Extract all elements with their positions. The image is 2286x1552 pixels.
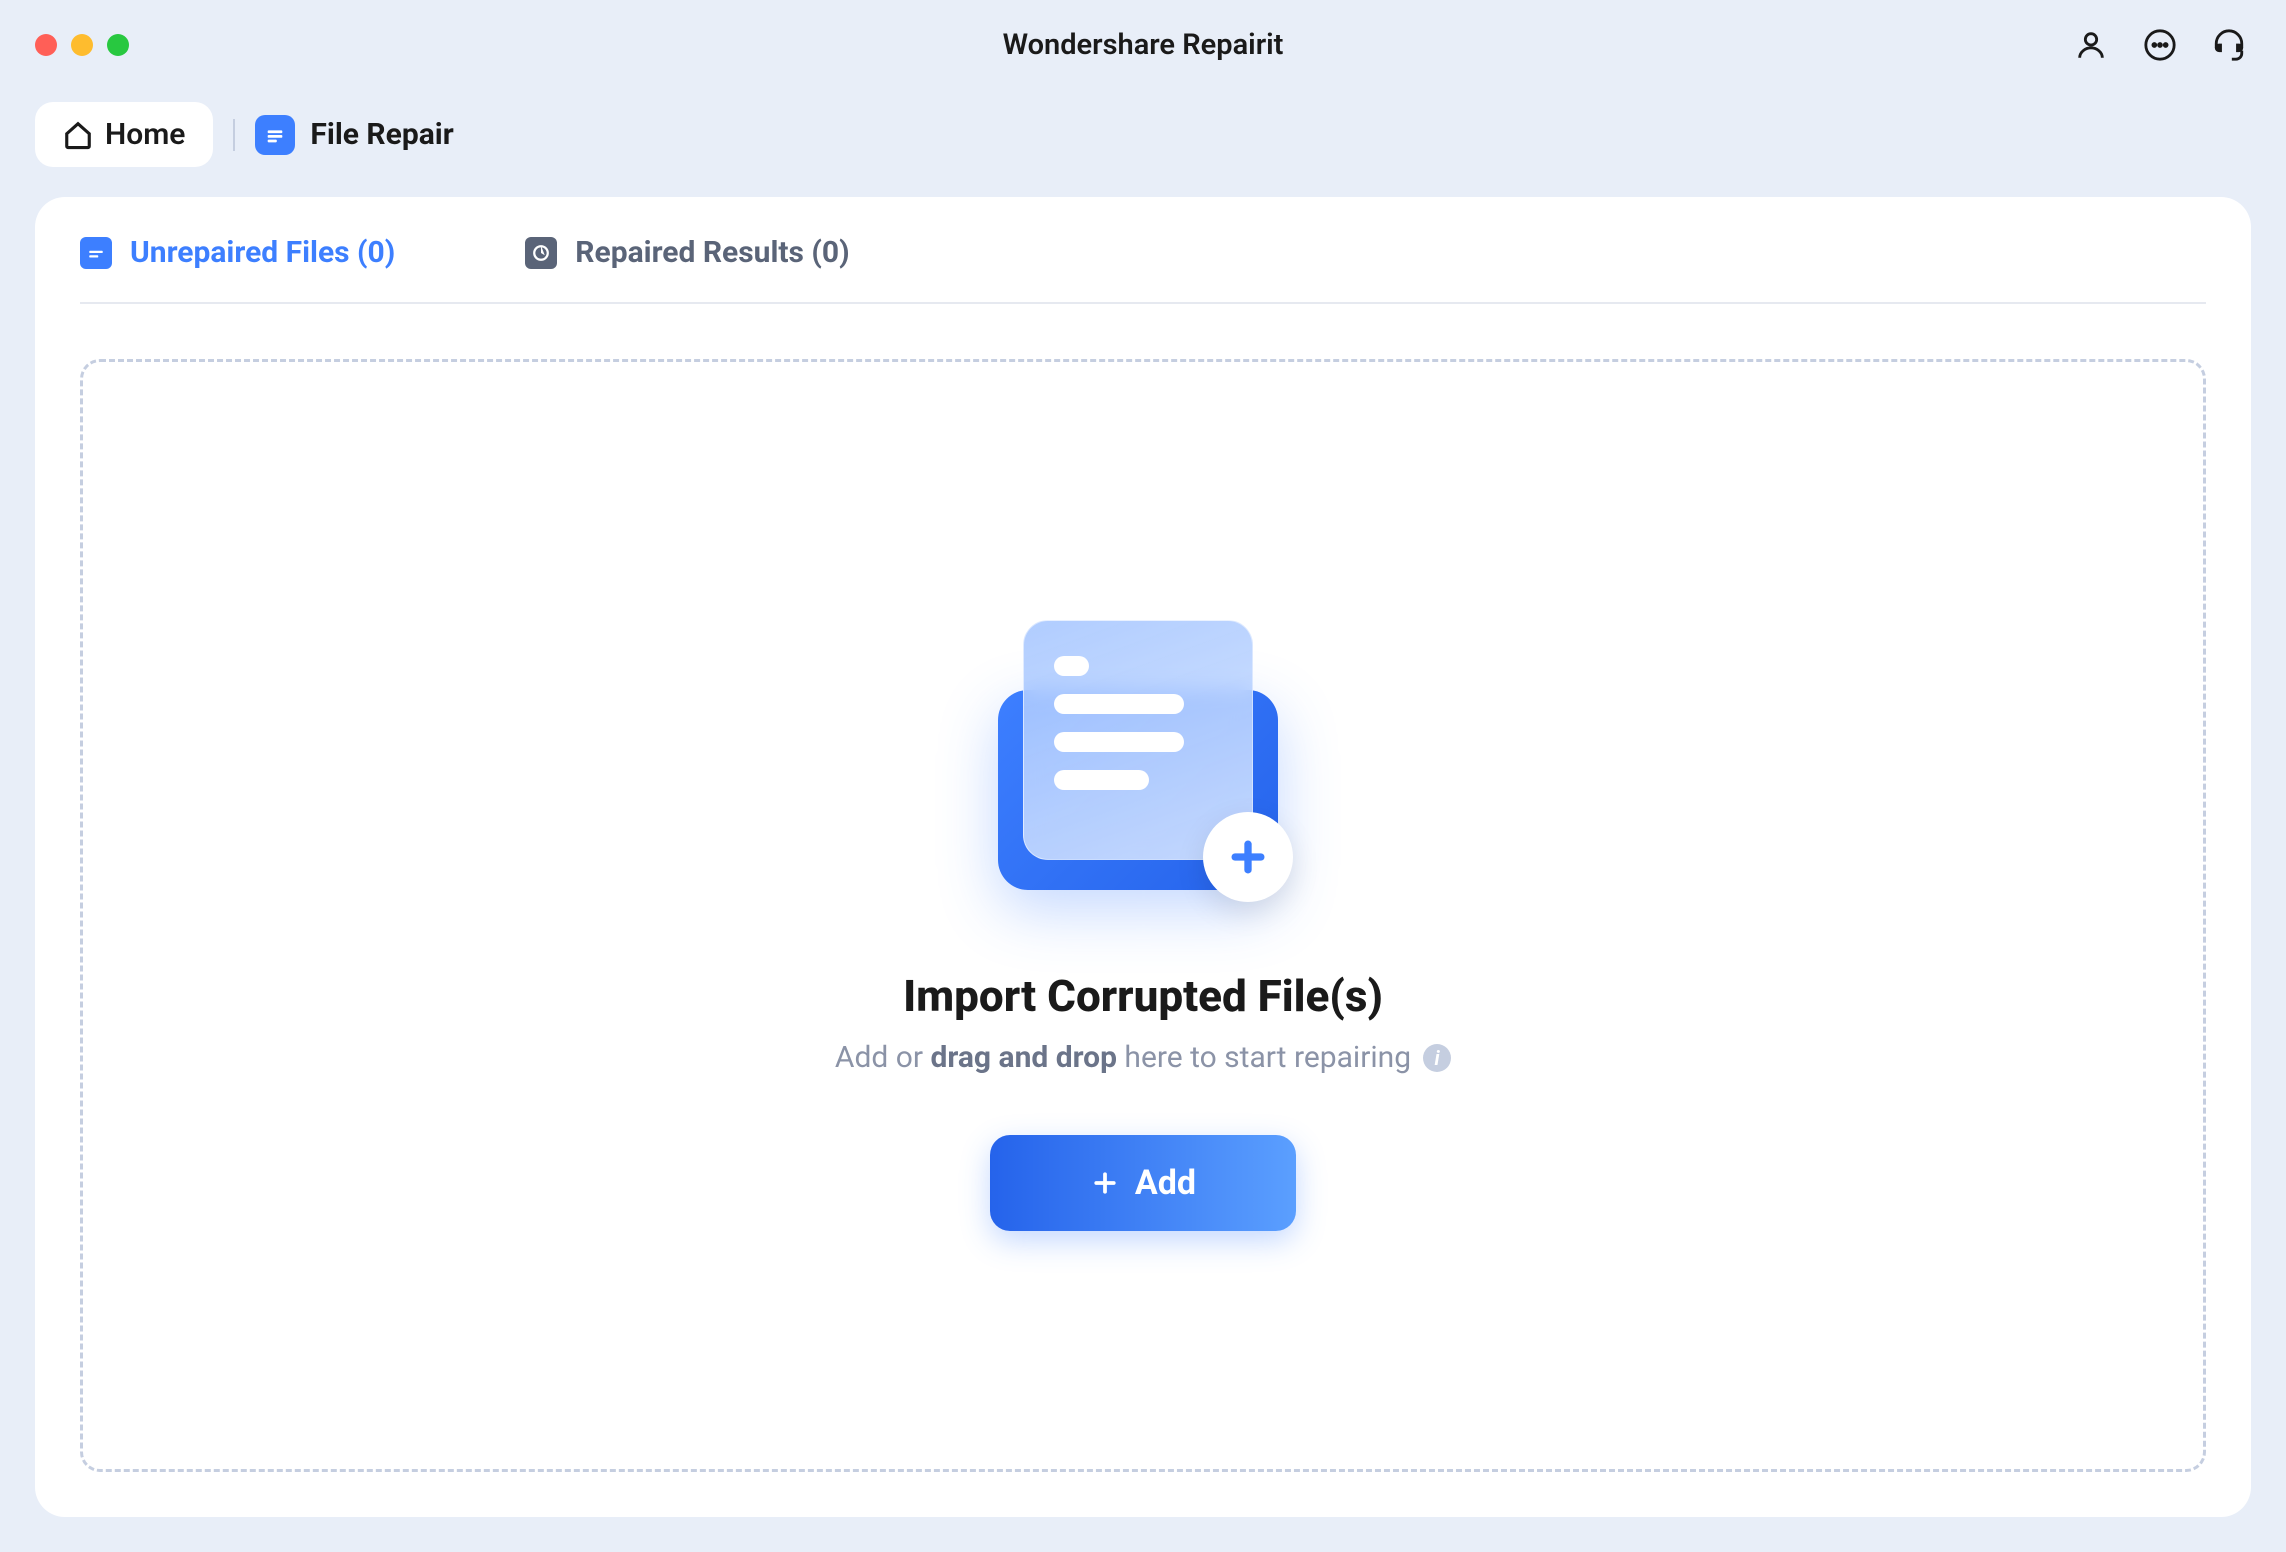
file-dropzone[interactable]: Import Corrupted File(s) Add or drag and… [80, 359, 2206, 1472]
app-title: Wondershare Repairit [1003, 28, 1284, 62]
breadcrumb-current: File Repair [255, 115, 453, 155]
subtitle-prefix: Add or [835, 1040, 931, 1075]
info-icon[interactable]: i [1423, 1044, 1451, 1072]
account-icon[interactable] [2074, 28, 2108, 62]
close-window-button[interactable] [35, 34, 57, 56]
add-button-label: Add [1135, 1163, 1196, 1203]
tab-repaired-results[interactable]: Repaired Results (0) [525, 235, 849, 270]
plus-badge-icon [1203, 812, 1293, 902]
window-controls [35, 34, 129, 56]
tab-unrepaired-files[interactable]: Unrepaired Files (0) [80, 235, 395, 270]
titlebar: Wondershare Repairit [0, 0, 2286, 90]
subtitle-bold: drag and drop [930, 1040, 1117, 1075]
add-file-button[interactable]: Add [990, 1135, 1296, 1231]
tab-repaired-label: Repaired Results (0) [575, 235, 849, 270]
home-label: Home [105, 117, 185, 152]
header-actions [2074, 28, 2246, 62]
home-icon [63, 120, 93, 150]
minimize-window-button[interactable] [71, 34, 93, 56]
chat-icon[interactable] [2143, 28, 2177, 62]
breadcrumb-section-label: File Repair [310, 117, 453, 152]
breadcrumb-divider [233, 119, 235, 151]
dropzone-subtitle: Add or drag and drop here to start repai… [835, 1040, 1451, 1075]
unrepaired-files-icon [80, 237, 112, 269]
main-content: Unrepaired Files (0) Repaired Results (0… [35, 197, 2251, 1517]
plus-icon [1090, 1168, 1120, 1198]
home-button[interactable]: Home [35, 102, 213, 167]
import-file-illustration [983, 600, 1303, 920]
tabs: Unrepaired Files (0) Repaired Results (0… [80, 197, 2206, 304]
tab-unrepaired-label: Unrepaired Files (0) [130, 235, 395, 270]
support-icon[interactable] [2212, 28, 2246, 62]
file-repair-icon [255, 115, 295, 155]
repaired-results-icon [525, 237, 557, 269]
maximize-window-button[interactable] [107, 34, 129, 56]
subtitle-suffix: here to start repairing [1117, 1040, 1411, 1075]
dropzone-title: Import Corrupted File(s) [903, 970, 1383, 1022]
breadcrumb: Home File Repair [0, 90, 2286, 197]
